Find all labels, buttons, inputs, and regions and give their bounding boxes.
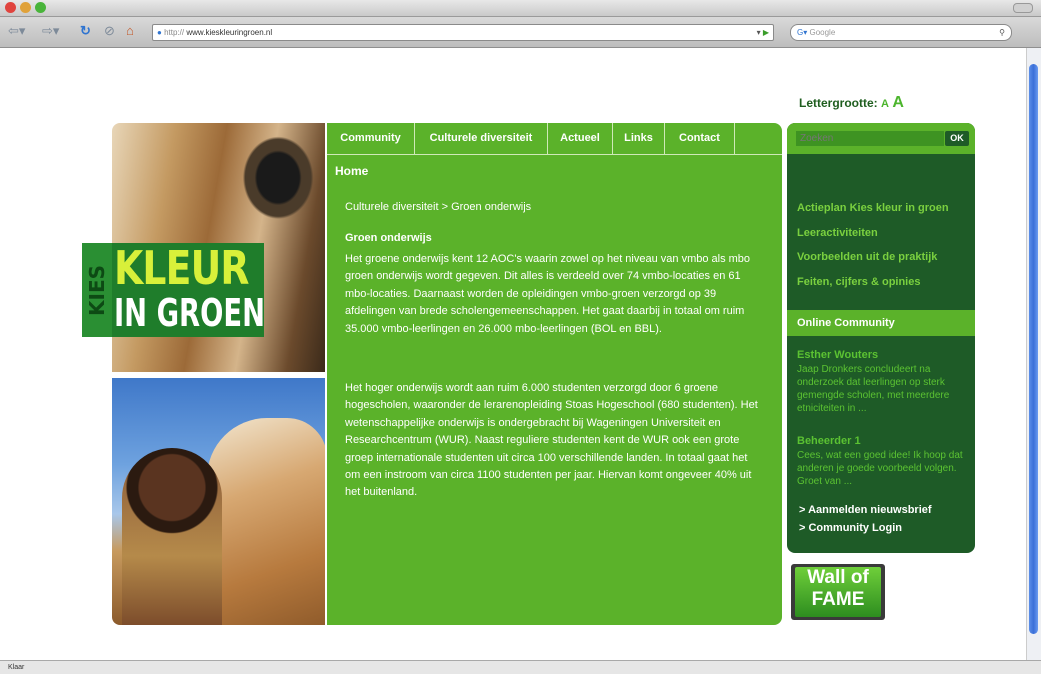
browser-toolbar: ⇦▾ ⇨▾ ↻ ⊘ ⌂ ● http:// www.kieskleuringro…	[0, 17, 1041, 48]
nav-community[interactable]: Community	[327, 123, 415, 154]
page-title: Groen onderwijs	[345, 232, 432, 244]
stop-icon[interactable]: ⊘	[104, 22, 115, 40]
search-input[interactable]	[796, 131, 944, 146]
main-nav: Community Culturele diversiteit Actueel …	[327, 123, 782, 155]
breadcrumb[interactable]: Culturele diversiteit > Groen onderwijs	[345, 201, 531, 213]
site-logo[interactable]: KIES KLEUR IN GROEN	[82, 241, 265, 337]
reload-icon[interactable]: ↻	[80, 22, 91, 40]
logo-kleur-text: KLEUR	[114, 241, 249, 295]
wall-of-fame-banner[interactable]: Wall of FAME	[791, 564, 885, 620]
forward-arrow-icon[interactable]: ⇨▾	[42, 22, 59, 40]
main-content: Community Culturele diversiteit Actueel …	[327, 123, 782, 625]
minimize-window-button[interactable]	[20, 2, 31, 13]
online-community-title: Online Community	[787, 310, 975, 336]
nav-actueel[interactable]: Actueel	[548, 123, 613, 154]
horse-figure	[207, 418, 325, 625]
font-size-label: Lettergrootte:	[799, 96, 878, 110]
post-author-1[interactable]: Esther Wouters	[797, 349, 878, 361]
window-titlebar	[0, 0, 1041, 17]
sidebar: OK Actieplan Kies kleur in groen Leeract…	[787, 123, 975, 553]
paragraph-1: Het groene onderwijs kent 12 AOC's waari…	[345, 253, 751, 335]
sidebar-link-leeractiviteiten[interactable]: Leeractiviteiten	[797, 227, 878, 239]
wall-of-fame-line1: Wall of	[807, 567, 869, 588]
web-search-placeholder: Google	[809, 28, 836, 37]
font-size-control: Lettergrootte: A A	[799, 94, 904, 112]
sidebar-search: OK	[787, 123, 975, 154]
vertical-scrollbar[interactable]	[1026, 48, 1041, 660]
logo-in-groen-text: IN GROEN	[114, 291, 265, 335]
status-bar: Klaar	[0, 660, 1041, 674]
logo-kies-text: KIES	[82, 243, 112, 337]
font-size-small-button[interactable]: A	[881, 98, 889, 110]
search-icon[interactable]: ⚲	[999, 25, 1005, 40]
nav-contact[interactable]: Contact	[665, 123, 735, 154]
newsletter-signup-link[interactable]: > Aanmelden nieuwsbrief	[799, 504, 932, 516]
nav-links[interactable]: Links	[613, 123, 665, 154]
wall-of-fame-line2: FAME	[811, 589, 865, 610]
zoom-window-button[interactable]	[35, 2, 46, 13]
url-scheme: http://	[164, 28, 185, 37]
sidebar-link-actieplan[interactable]: Actieplan Kies kleur in groen	[797, 202, 949, 214]
globe-icon: ●	[157, 28, 162, 37]
url-text: www.kieskleuringroen.nl	[186, 28, 273, 37]
scrollbar-thumb[interactable]	[1029, 64, 1038, 634]
close-window-button[interactable]	[5, 2, 16, 13]
home-link[interactable]: Home	[335, 164, 368, 178]
community-login-link[interactable]: > Community Login	[799, 522, 902, 534]
woman-with-horse-photo	[112, 378, 325, 625]
url-dropdown-icon[interactable]: ▾ ▶	[757, 25, 769, 40]
status-text: Klaar	[8, 664, 25, 671]
wall-of-fame-badge: Wall of FAME	[795, 567, 881, 617]
search-ok-button[interactable]: OK	[945, 131, 969, 146]
address-bar[interactable]: ● http:// www.kieskleuringroen.nl ▾ ▶	[152, 24, 774, 41]
back-arrow-icon[interactable]: ⇦▾	[8, 22, 25, 40]
woman-figure	[122, 448, 222, 625]
post-excerpt-1[interactable]: Jaap Dronkers concludeert na onderzoek d…	[797, 363, 967, 415]
font-size-large-button[interactable]: A	[892, 94, 904, 111]
sidebar-link-voorbeelden[interactable]: Voorbeelden uit de praktijk	[797, 251, 937, 263]
toolbar-toggle-button[interactable]	[1013, 3, 1033, 13]
home-icon[interactable]: ⌂	[126, 22, 134, 40]
paragraph-2: Het hoger onderwijs wordt aan ruim 6.000…	[345, 382, 758, 499]
sidebar-link-feiten[interactable]: Feiten, cijfers & opinies	[797, 276, 920, 288]
post-author-2[interactable]: Beheerder 1	[797, 435, 861, 447]
nav-culturele-diversiteit[interactable]: Culturele diversiteit	[415, 123, 548, 154]
web-search-field[interactable]: G▾ Google ⚲	[790, 24, 1012, 41]
search-engine-icon[interactable]: G▾	[797, 28, 807, 37]
post-excerpt-2[interactable]: Cees, wat een goed idee! Ik hoop dat and…	[797, 449, 967, 488]
